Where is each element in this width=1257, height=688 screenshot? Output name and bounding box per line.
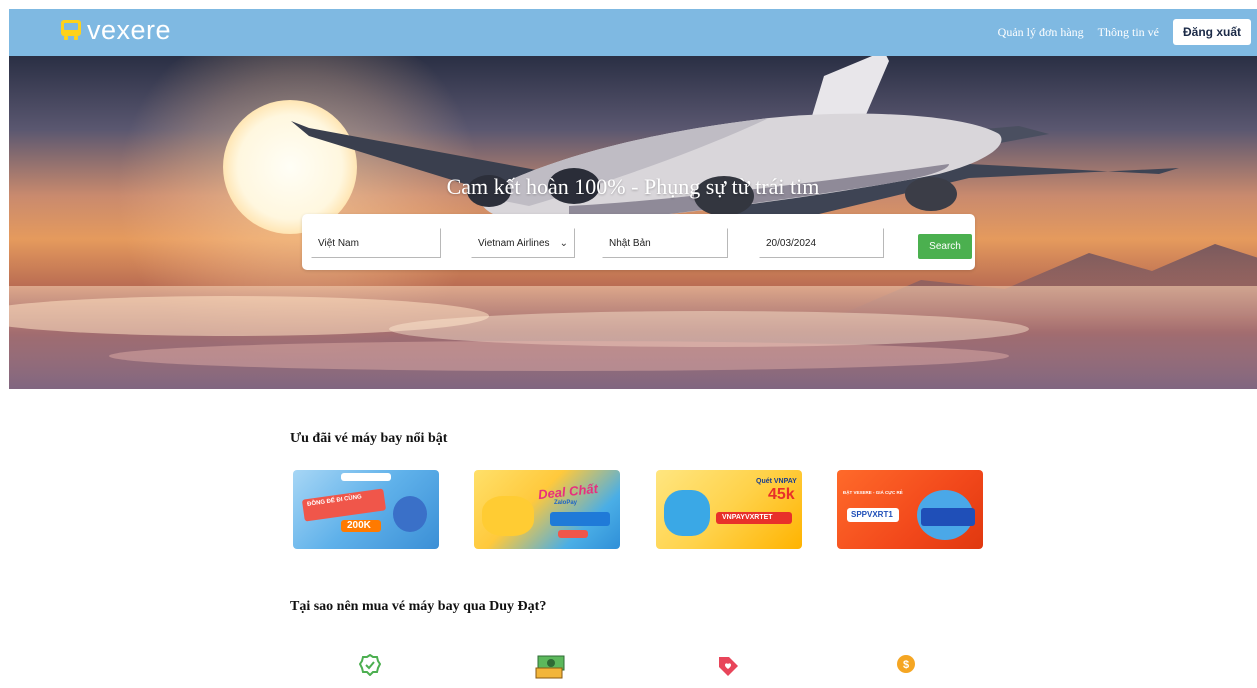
deal-banner-3-headline: Quét VNPAY bbox=[756, 478, 797, 485]
date-input[interactable]: 20/03/2024 bbox=[759, 228, 884, 258]
deal-banner-4-code: SPPVXRT1 bbox=[851, 510, 893, 519]
logo-text: vexere bbox=[87, 15, 172, 45]
airline-select-value: Vietnam Airlines bbox=[478, 237, 550, 249]
logout-button[interactable]: Đăng xuất bbox=[1172, 19, 1251, 45]
nav-link-ticket-info[interactable]: Thông tin vé bbox=[1098, 25, 1159, 40]
deal-banner-3-amount: 45k bbox=[768, 486, 795, 503]
deal-banner-4[interactable]: ĐẶT VEXERE - GIÁ CỰC RẺ SPPVXRT1 bbox=[837, 470, 983, 549]
origin-input[interactable]: Việt Nam bbox=[311, 228, 441, 258]
deal-banner-1[interactable]: ĐỒNG ĐỂ ĐI CÙNG 200K bbox=[293, 470, 439, 549]
deal-banner-2-headline: Deal Chất bbox=[537, 480, 599, 503]
bus-logo-icon bbox=[61, 19, 81, 42]
search-button[interactable]: Search bbox=[918, 234, 972, 259]
hero-title: Cam kết hoàn 100% - Phụng sự từ trái tim bbox=[446, 174, 820, 199]
hero-banner: Cam kết hoàn 100% - Phụng sự từ trái tim… bbox=[9, 56, 1257, 389]
deal-banner-3-code: VNPAYVXRTET bbox=[722, 514, 773, 521]
deal-banner-4-headline: ĐẶT VEXERE - GIÁ CỰC RẺ bbox=[843, 490, 903, 495]
deals-section-title: Ưu đãi vé máy bay nổi bật bbox=[290, 431, 448, 446]
check-badge-icon bbox=[350, 654, 390, 688]
deal-banner-3[interactable]: Quét VNPAY 45k VNPAYVXRTET bbox=[656, 470, 802, 549]
nav-link-orders[interactable]: Quản lý đơn hàng bbox=[998, 25, 1084, 40]
why-section-title: Tại sao nên mua vé máy bay qua Duy Đạt? bbox=[290, 599, 547, 614]
deal-banner-2-brand: ZaloPay bbox=[554, 500, 578, 506]
svg-text:$: $ bbox=[903, 659, 909, 671]
deal-banner-2[interactable]: Deal Chất ZaloPay bbox=[474, 470, 620, 549]
money-icon bbox=[530, 654, 570, 688]
flight-search-form: Việt Nam Vietnam Airlines ⌄ Nhật Bản 20/… bbox=[302, 214, 975, 270]
chevron-down-icon: ⌄ bbox=[559, 237, 568, 249]
nav-links: Quản lý đơn hàng Thông tin vé Đăng xuất bbox=[998, 19, 1251, 45]
vexere-logo[interactable]: vexere bbox=[61, 17, 171, 44]
price-tag-icon bbox=[708, 654, 748, 688]
destination-input[interactable]: Nhật Bản bbox=[602, 228, 728, 258]
coin-hand-icon: $ bbox=[886, 654, 926, 688]
top-navbar: vexere Quản lý đơn hàng Thông tin vé Đăn… bbox=[9, 9, 1257, 56]
airline-select[interactable]: Vietnam Airlines ⌄ bbox=[471, 228, 575, 258]
deal-banner-1-amount: 200K bbox=[347, 520, 371, 531]
